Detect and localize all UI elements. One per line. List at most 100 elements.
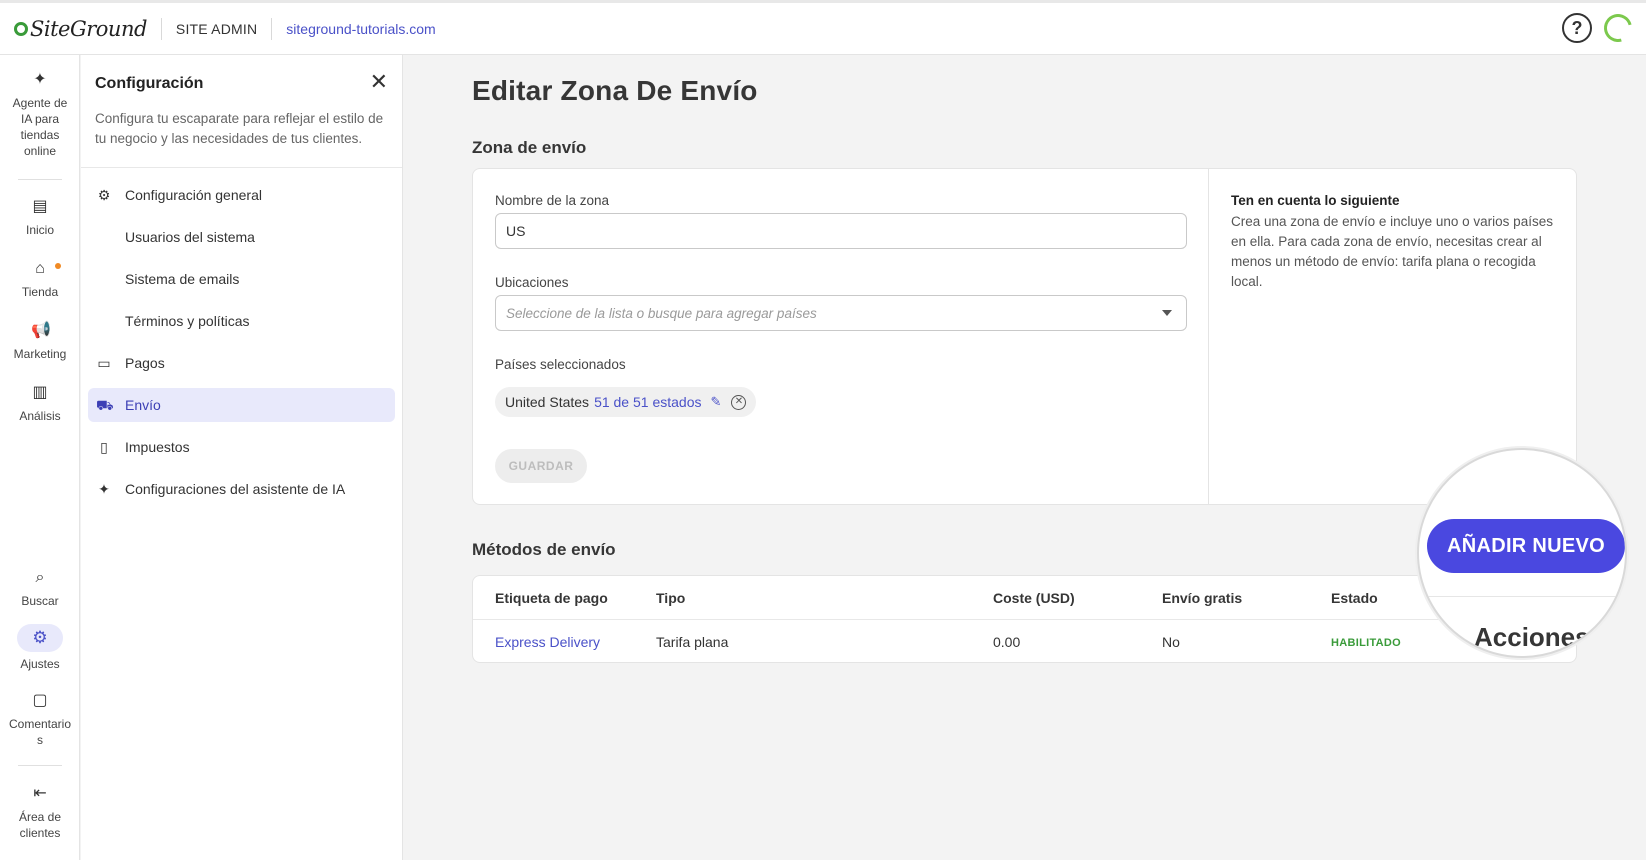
dashboard-icon: ▤	[32, 198, 48, 215]
locations-select[interactable]: Seleccione de la lista o busque para agr…	[495, 295, 1187, 331]
rail-divider	[18, 765, 62, 766]
feedback-icon: ▢	[32, 692, 48, 709]
add-new-button[interactable]: AÑADIR NUEVO	[1427, 519, 1625, 573]
menu-item-pagos[interactable]: ▭ Pagos	[88, 346, 395, 380]
column-header: Envío gratis	[1162, 590, 1243, 606]
save-button[interactable]: GUARDAR	[495, 449, 587, 483]
zoom-callout: AÑADIR NUEVO Acciones	[1417, 448, 1627, 658]
menu-item-impuestos[interactable]: ▯ Impuestos	[88, 430, 395, 464]
panel-header: Configuración ✕ Configura tu escaparate …	[81, 55, 402, 168]
note-body: Crea una zona de envío e incluye uno o v…	[1231, 214, 1553, 289]
chart-icon: ▥	[32, 384, 48, 401]
menu-item-envio[interactable]: ⛟ Envío	[88, 388, 395, 422]
method-name-link[interactable]: Express Delivery	[495, 634, 600, 650]
menu-item-usuarios[interactable]: Usuarios del sistema	[88, 220, 395, 254]
chip-country: United States	[505, 394, 590, 410]
menu-item-label: Sistema de emails	[125, 271, 240, 287]
sparkle-icon: ✦	[98, 481, 110, 497]
exit-icon: ⇤	[33, 785, 47, 802]
rail-item-label: Agente de IA para tiendas online	[12, 96, 68, 158]
column-header: Coste (USD)	[993, 590, 1075, 606]
country-chip: United States 51 de 51 estados ✎ ✕	[495, 387, 757, 417]
chevron-down-icon[interactable]	[1162, 310, 1172, 316]
locations-label: Ubicaciones	[495, 275, 569, 290]
help-icon[interactable]: ?	[1562, 13, 1592, 43]
store-icon: ⌂	[35, 260, 45, 277]
settings-panel: Configuración ✕ Configura tu escaparate …	[81, 55, 403, 860]
card-icon: ▭	[97, 355, 111, 371]
panel-title: Configuración	[95, 75, 204, 92]
shipping-methods-table: Etiqueta de pago Tipo Coste (USD) Envío …	[472, 575, 1577, 663]
methods-section-title: Métodos de envío	[472, 540, 616, 559]
rail-item-label: Inicio	[25, 223, 54, 237]
menu-item-label: Usuarios del sistema	[125, 229, 255, 245]
menu-item-label: Términos y políticas	[125, 313, 250, 329]
rail-item-ajustes[interactable]: ⚙ Ajustes	[0, 624, 80, 672]
status-badge: HABILITADO	[1331, 637, 1402, 649]
rail-item-label: Buscar	[21, 594, 59, 608]
domain-link[interactable]: siteground-tutorials.com	[286, 21, 435, 37]
site-admin-label: SITE ADMIN	[175, 20, 258, 37]
search-icon: ⌕	[35, 569, 45, 586]
close-icon[interactable]: ✕	[370, 71, 388, 93]
note-title: Ten en cuenta lo siguiente	[1231, 193, 1400, 208]
column-header: Etiqueta de pago	[495, 590, 608, 606]
rail-item-label: Área de clientes	[18, 810, 62, 840]
siteground-logo-icon	[14, 21, 28, 36]
siteground-logo[interactable]: SiteGround	[14, 9, 147, 49]
method-cost: 0.00	[993, 634, 1021, 650]
locations-placeholder: Seleccione de la lista o busque para agr…	[506, 305, 817, 321]
left-rail: ✦ Agente de IA para tiendas online ▤ Ini…	[0, 55, 80, 860]
zone-section-title: Zona de envío	[472, 138, 587, 157]
rail-item-area-clientes[interactable]: ⇤ Área de clientes	[0, 785, 80, 841]
top-bar: SiteGround SITE ADMIN siteground-tutoria…	[0, 0, 1646, 55]
menu-item-label: Configuración general	[125, 187, 262, 203]
remove-circle-icon[interactable]: ✕	[731, 394, 747, 410]
rail-divider	[18, 179, 62, 180]
menu-item-asistente-ia[interactable]: ✦ Configuraciones del asistente de IA	[88, 472, 395, 506]
rail-item-marketing[interactable]: 📢 Marketing	[0, 322, 80, 362]
truck-icon: ⛟	[96, 397, 114, 413]
divider	[160, 17, 162, 40]
rail-item-label: Ajustes	[20, 657, 60, 671]
megaphone-icon: 📢	[31, 322, 51, 339]
row-divider	[1419, 596, 1625, 597]
sparkle-icon: ✦	[33, 71, 47, 88]
menu-item-terminos[interactable]: Términos y políticas	[88, 304, 395, 338]
row-divider	[473, 619, 1576, 620]
method-type: Tarifa plana	[656, 634, 729, 650]
gear-icon: ⚙	[97, 187, 111, 203]
pencil-icon[interactable]: ✎	[710, 394, 721, 410]
rail-item-label: Tienda	[21, 285, 59, 299]
document-icon: ▯	[100, 439, 108, 455]
zone-name-value: US	[506, 223, 526, 239]
column-header: Tipo	[656, 590, 686, 606]
menu-item-label: Envío	[125, 397, 161, 413]
menu-item-emails[interactable]: Sistema de emails	[88, 262, 395, 296]
rail-item-analisis[interactable]: ▥ Análisis	[0, 384, 80, 424]
rail-item-label: Análisis	[19, 409, 61, 423]
zone-name-label: Nombre de la zona	[495, 193, 610, 208]
rail-item-label: Marketing	[13, 347, 67, 361]
rail-item-tienda[interactable]: ⌂ Tienda	[0, 260, 80, 300]
panel-description: Configura tu escaparate para reflejar el…	[95, 111, 384, 146]
actions-column-header: Acciones	[1474, 622, 1590, 652]
chip-states-link[interactable]: 51 de 51 estados	[594, 394, 701, 410]
zone-form: Nombre de la zona US Ubicaciones Selecci…	[473, 169, 1209, 504]
column-header: Estado	[1331, 590, 1378, 606]
zone-card: Nombre de la zona US Ubicaciones Selecci…	[472, 168, 1577, 505]
rail-item-inicio[interactable]: ▤ Inicio	[0, 198, 80, 238]
loading-spinner-icon	[1598, 8, 1638, 48]
notification-dot	[55, 263, 61, 269]
zone-name-input[interactable]: US	[495, 213, 1187, 249]
rail-item-comentarios[interactable]: ▢ Comentarios	[0, 692, 80, 748]
rail-item-label: Comentarios	[8, 717, 72, 747]
page-title: Editar Zona De Envío	[472, 75, 758, 106]
logo-text: SiteGround	[30, 16, 147, 41]
menu-item-configuracion-general[interactable]: ⚙ Configuración general	[88, 178, 395, 212]
rail-item-buscar[interactable]: ⌕ Buscar	[0, 569, 80, 609]
method-free-shipping: No	[1162, 634, 1180, 650]
gear-icon: ⚙	[17, 624, 63, 652]
menu-item-label: Impuestos	[125, 439, 190, 455]
rail-item-ai-agent[interactable]: ✦ Agente de IA para tiendas online	[0, 71, 80, 159]
